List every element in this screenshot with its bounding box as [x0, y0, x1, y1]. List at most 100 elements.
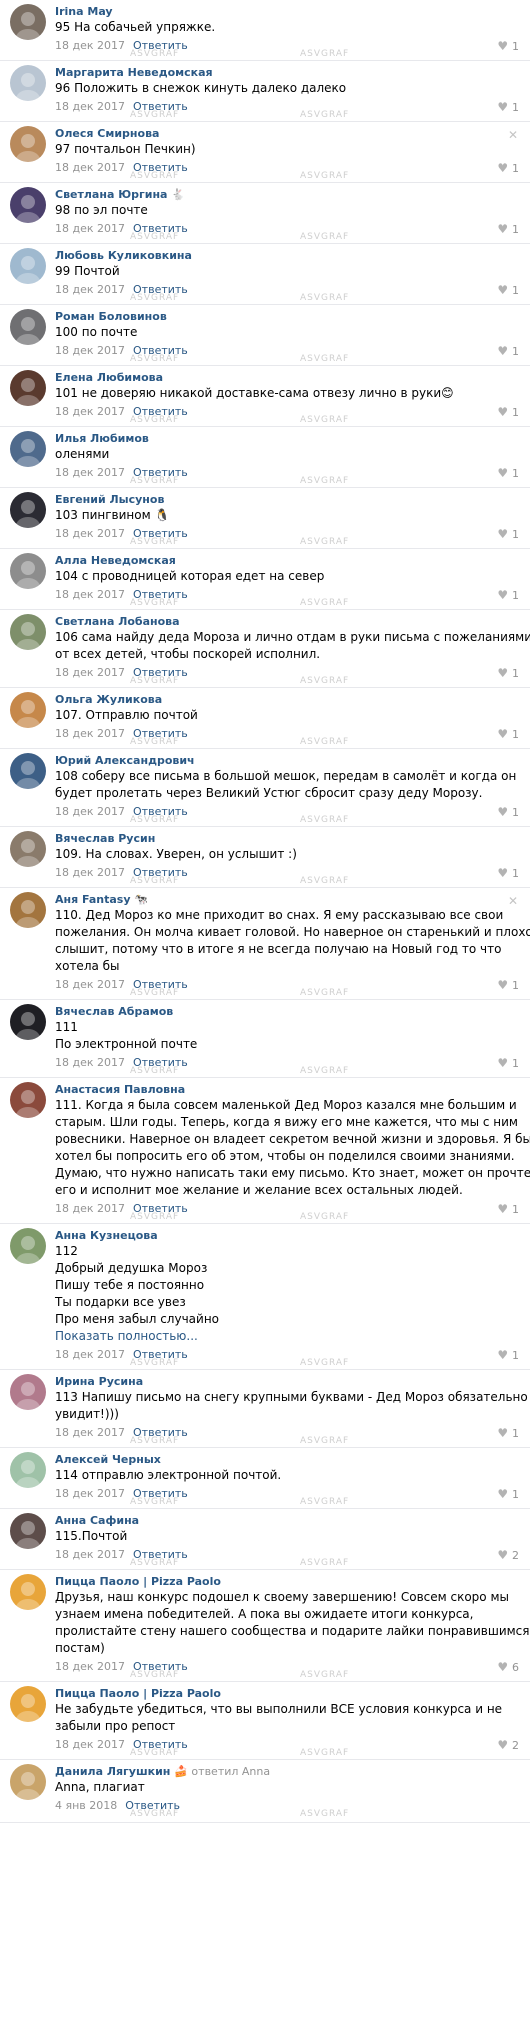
comment-date[interactable]: 18 дек 2017: [55, 588, 125, 601]
author-name[interactable]: Илья Любимов: [55, 432, 518, 446]
close-icon[interactable]: ✕: [508, 894, 518, 908]
reply-button[interactable]: Ответить: [133, 1660, 188, 1673]
author-name[interactable]: Анастасия Павловна: [55, 1083, 518, 1097]
author-name[interactable]: Любовь Куликовкина: [55, 249, 518, 263]
comment-date[interactable]: 4 янв 2018: [55, 1799, 117, 1812]
like-button[interactable]: ♥ 1: [497, 1056, 519, 1070]
comment-date[interactable]: 18 дек 2017: [55, 1056, 125, 1069]
author-name-text[interactable]: Елена Любимова: [55, 371, 163, 384]
reply-button[interactable]: Ответить: [133, 222, 188, 235]
reply-button[interactable]: Ответить: [133, 344, 188, 357]
avatar[interactable]: [10, 187, 46, 223]
comment-date[interactable]: 18 дек 2017: [55, 1660, 125, 1673]
avatar[interactable]: [10, 248, 46, 284]
author-name[interactable]: Пицца Паоло | Pizza Paolo: [55, 1687, 518, 1701]
author-name[interactable]: Аня Fantasy 🐄: [55, 893, 518, 907]
comment-date[interactable]: 18 дек 2017: [55, 344, 125, 357]
like-button[interactable]: ♥ 1: [497, 527, 519, 541]
comment-date[interactable]: 18 дек 2017: [55, 666, 125, 679]
author-name-text[interactable]: Ольга Жуликова: [55, 693, 162, 706]
avatar[interactable]: [10, 126, 46, 162]
author-name[interactable]: Алексей Черных: [55, 1453, 518, 1467]
comment-date[interactable]: 18 дек 2017: [55, 100, 125, 113]
reply-button[interactable]: Ответить: [133, 283, 188, 296]
like-button[interactable]: ♥ 1: [497, 805, 519, 819]
author-name-text[interactable]: Данила Лягушкин 🍰: [55, 1765, 188, 1778]
avatar[interactable]: [10, 370, 46, 406]
comment-date[interactable]: 18 дек 2017: [55, 527, 125, 540]
like-button[interactable]: ♥ 1: [497, 39, 519, 53]
reply-button[interactable]: Ответить: [125, 1799, 180, 1812]
author-name[interactable]: Роман Боловинов: [55, 310, 518, 324]
like-button[interactable]: ♥ 1: [497, 666, 519, 680]
comment-date[interactable]: 18 дек 2017: [55, 283, 125, 296]
comment-date[interactable]: 18 дек 2017: [55, 1487, 125, 1500]
reply-button[interactable]: Ответить: [133, 100, 188, 113]
author-name-text[interactable]: Ирина Русина: [55, 1375, 143, 1388]
like-button[interactable]: ♥ 2: [497, 1738, 519, 1752]
comment-date[interactable]: 18 дек 2017: [55, 805, 125, 818]
like-button[interactable]: ♥ 1: [497, 466, 519, 480]
avatar[interactable]: [10, 1764, 46, 1800]
comment-date[interactable]: 18 дек 2017: [55, 866, 125, 879]
comment-date[interactable]: 18 дек 2017: [55, 1548, 125, 1561]
reply-button[interactable]: Ответить: [133, 588, 188, 601]
avatar[interactable]: [10, 1228, 46, 1264]
author-name-text[interactable]: Роман Боловинов: [55, 310, 167, 323]
like-button[interactable]: ♥ 1: [497, 978, 519, 992]
author-name[interactable]: Ирина Русина: [55, 1375, 518, 1389]
comment-date[interactable]: 18 дек 2017: [55, 978, 125, 991]
reply-button[interactable]: Ответить: [133, 1738, 188, 1751]
author-name-text[interactable]: Анна Кузнецова: [55, 1229, 158, 1242]
like-button[interactable]: ♥ 1: [497, 1487, 519, 1501]
reply-button[interactable]: Ответить: [133, 866, 188, 879]
like-button[interactable]: ♥ 6: [497, 1660, 519, 1674]
reply-button[interactable]: Ответить: [133, 1348, 188, 1361]
reply-button[interactable]: Ответить: [133, 1548, 188, 1561]
avatar[interactable]: [10, 892, 46, 928]
reply-button[interactable]: Ответить: [133, 1202, 188, 1215]
author-name[interactable]: Анна Кузнецова: [55, 1229, 518, 1243]
author-name[interactable]: Елена Любимова: [55, 371, 518, 385]
reply-button[interactable]: Ответить: [133, 161, 188, 174]
comment-date[interactable]: 18 дек 2017: [55, 727, 125, 740]
author-name[interactable]: Олеся Смирнова: [55, 127, 518, 141]
author-name-text[interactable]: Любовь Куликовкина: [55, 249, 192, 262]
avatar[interactable]: [10, 1082, 46, 1118]
avatar[interactable]: [10, 831, 46, 867]
avatar[interactable]: [10, 4, 46, 40]
author-name[interactable]: Анна Сафина: [55, 1514, 518, 1528]
like-button[interactable]: ♥ 1: [497, 866, 519, 880]
author-name[interactable]: Вячеслав Абрамов: [55, 1005, 518, 1019]
reply-button[interactable]: Ответить: [133, 805, 188, 818]
avatar[interactable]: [10, 431, 46, 467]
reply-button[interactable]: Ответить: [133, 727, 188, 740]
avatar[interactable]: [10, 492, 46, 528]
comment-date[interactable]: 18 дек 2017: [55, 466, 125, 479]
avatar[interactable]: [10, 65, 46, 101]
avatar[interactable]: [10, 753, 46, 789]
avatar[interactable]: [10, 692, 46, 728]
comment-date[interactable]: 18 дек 2017: [55, 222, 125, 235]
reply-button[interactable]: Ответить: [133, 1426, 188, 1439]
comment-date[interactable]: 18 дек 2017: [55, 39, 125, 52]
author-name-text[interactable]: Пицца Паоло | Pizza Paolo: [55, 1687, 221, 1700]
close-icon[interactable]: ✕: [508, 128, 518, 142]
like-button[interactable]: ♥ 2: [497, 1548, 519, 1562]
comment-date[interactable]: 18 дек 2017: [55, 405, 125, 418]
author-name-text[interactable]: Светлана Лобанова: [55, 615, 180, 628]
avatar[interactable]: [10, 553, 46, 589]
like-button[interactable]: ♥ 1: [497, 727, 519, 741]
author-name-text[interactable]: Светлана Юргина 🐇: [55, 188, 185, 201]
like-button[interactable]: ♥ 1: [497, 1426, 519, 1440]
author-name[interactable]: Светлана Юргина 🐇: [55, 188, 518, 202]
author-name-text[interactable]: Алексей Черных: [55, 1453, 161, 1466]
reply-button[interactable]: Ответить: [133, 527, 188, 540]
reply-button[interactable]: Ответить: [133, 405, 188, 418]
author-name[interactable]: Ольга Жуликова: [55, 693, 518, 707]
like-button[interactable]: ♥ 1: [497, 100, 519, 114]
comment-date[interactable]: 18 дек 2017: [55, 1202, 125, 1215]
avatar[interactable]: [10, 1686, 46, 1722]
author-name-text[interactable]: Вячеслав Русин: [55, 832, 155, 845]
avatar[interactable]: [10, 1513, 46, 1549]
